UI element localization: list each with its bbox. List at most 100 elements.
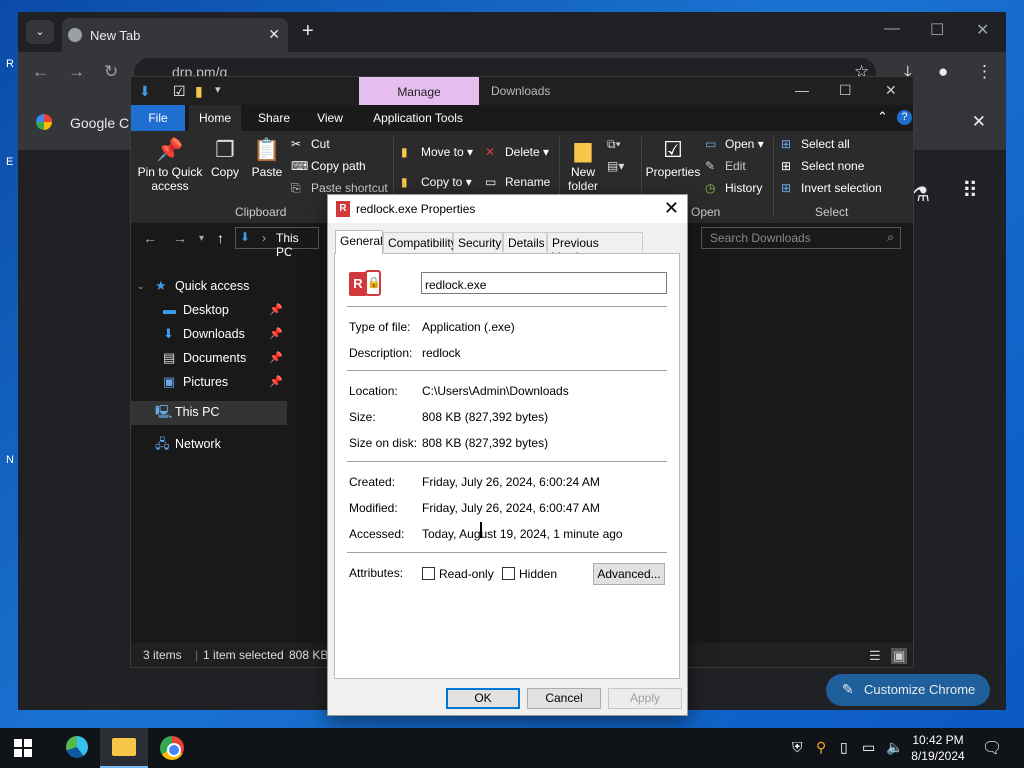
back-arrow-icon[interactable]: ← — [143, 230, 157, 246]
chrome-menu-icon[interactable]: ⋮ — [976, 62, 993, 82]
tab-application-tools[interactable]: Application Tools — [367, 105, 469, 131]
minimize-icon[interactable]: — — [884, 20, 900, 38]
close-infobar-icon[interactable]: ✕ — [972, 112, 986, 132]
nav-item-downloads[interactable]: ⬇ Downloads 📌 — [131, 323, 287, 347]
taskbar-clock[interactable]: 10:42 PM 8/19/2024 — [906, 732, 970, 764]
labs-flask-icon[interactable]: ⚗ — [912, 182, 930, 207]
read-only-checkbox[interactable] — [422, 567, 435, 580]
close-tab-icon[interactable]: ✕ — [268, 26, 280, 43]
tab-details[interactable]: Details — [503, 232, 547, 252]
collapse-ribbon-icon[interactable]: ⌃ — [877, 109, 888, 125]
new-folder-button[interactable]: ▆ New folder — [563, 137, 603, 193]
explorer-address-field[interactable]: ⬇ › This PC — [235, 227, 319, 259]
apply-button[interactable]: Apply — [608, 688, 682, 709]
new-item-icon[interactable]: ⧉▾ — [607, 137, 621, 152]
edit-button[interactable]: ✎ Edit — [705, 159, 746, 173]
pin-icon[interactable]: 📌 — [269, 299, 283, 321]
ok-button[interactable]: OK — [446, 688, 520, 709]
help-icon[interactable]: ? — [897, 110, 912, 125]
tab-security[interactable]: Security — [453, 232, 503, 252]
maximize-icon[interactable]: ☐ — [839, 82, 852, 99]
search-downloads-field[interactable]: Search Downloads ⌕ — [701, 227, 901, 249]
clock-time: 10:42 PM — [912, 733, 964, 747]
recent-locations-icon[interactable]: ▾ — [199, 233, 204, 244]
back-arrow-icon[interactable]: ← — [32, 62, 49, 82]
select-none-button[interactable]: ⊞ Select none — [781, 159, 864, 173]
file-name-field[interactable] — [421, 272, 667, 294]
close-window-icon[interactable]: ✕ — [976, 20, 989, 40]
hidden-checkbox[interactable] — [502, 567, 515, 580]
large-icons-view-icon[interactable]: ▣ — [891, 648, 908, 664]
properties-quick-icon[interactable]: ☑ — [173, 83, 186, 100]
nav-label: Quick access — [175, 279, 250, 293]
customize-chrome-button[interactable]: ✎ Customize Chrome — [826, 674, 990, 706]
nav-item-quick-access[interactable]: ⌄ ★ Quick access — [131, 275, 287, 299]
taskbar: ⛨ ⚲ ▯ ▭ 🔈 10:42 PM 8/19/2024 🗨 — [0, 728, 1024, 768]
invert-selection-button[interactable]: ⊞ Invert selection — [781, 181, 882, 195]
reload-icon[interactable]: ↻ — [104, 62, 118, 82]
network-monitor-icon[interactable]: ▭ — [862, 739, 875, 756]
tab-home[interactable]: Home — [189, 105, 241, 131]
pin-icon[interactable]: 📌 — [269, 347, 283, 369]
folder-quick-icon[interactable]: ▮ — [195, 83, 203, 100]
open-button[interactable]: ▭ Open ▾ — [705, 137, 764, 151]
nav-item-pictures[interactable]: ▣ Pictures 📌 — [131, 371, 287, 395]
move-to-button[interactable]: ▮ Move to ▾ — [401, 145, 473, 159]
forward-arrow-icon[interactable]: → — [68, 62, 85, 82]
tab-general[interactable]: General — [335, 230, 383, 254]
new-tab-plus-icon[interactable]: + — [302, 20, 314, 43]
tab-view[interactable]: View — [305, 105, 355, 131]
chrome-tab-new-tab[interactable]: New Tab ✕ — [62, 18, 288, 52]
copy-path-button[interactable]: ⌨ Copy path — [291, 159, 366, 173]
history-button[interactable]: ◷ History — [705, 181, 762, 195]
close-window-icon[interactable]: ✕ — [885, 82, 897, 99]
nav-item-documents[interactable]: ▤ Documents 📌 — [131, 347, 287, 371]
taskbar-edge[interactable] — [52, 728, 100, 768]
up-arrow-icon[interactable]: ↑ — [217, 230, 224, 246]
tab-share[interactable]: Share — [249, 105, 299, 131]
taskbar-file-explorer[interactable] — [100, 728, 148, 768]
edge-browser-icon — [66, 736, 88, 758]
pin-icon[interactable]: 📌 — [269, 371, 283, 393]
minimize-icon[interactable]: — — [795, 82, 809, 98]
nav-item-network[interactable]: 🖧 Network — [131, 433, 287, 457]
volume-muted-icon[interactable]: 🔈 — [886, 739, 903, 756]
customize-quick-access-icon[interactable]: ▾ — [215, 83, 221, 96]
easy-access-icon[interactable]: ▤▾ — [607, 159, 624, 173]
properties-button[interactable]: ☑ Properties — [645, 137, 701, 179]
clipboard-icon: 📋 — [253, 137, 281, 162]
profile-avatar-icon[interactable]: ● — [938, 62, 948, 82]
pin-to-quick-access-button[interactable]: 📌 Pin to Quick access — [137, 137, 203, 193]
delete-button[interactable]: ✕ Delete ▾ — [485, 145, 549, 159]
select-all-button[interactable]: ⊞ Select all — [781, 137, 850, 151]
paste-button[interactable]: 📋 Paste — [247, 137, 287, 179]
manage-contextual-tab[interactable]: Manage — [359, 77, 479, 105]
start-windows-icon[interactable] — [14, 739, 32, 757]
notification-center-icon[interactable]: 🗨 — [982, 738, 1002, 758]
file-explorer-folder-icon — [112, 738, 136, 756]
close-dialog-icon[interactable]: ✕ — [664, 198, 679, 219]
advanced-button[interactable]: Advanced... — [593, 563, 665, 585]
ribbon-tabs: File Home Share View Application Tools ⌃… — [131, 105, 913, 131]
cut-button[interactable]: ✂ Cut — [291, 137, 330, 151]
tab-previous-versions[interactable]: Previous Versions — [547, 232, 643, 264]
nav-item-desktop[interactable]: ▬ Desktop 📌 — [131, 299, 287, 323]
copy-to-button[interactable]: ▮ Copy to ▾ — [401, 175, 472, 189]
usb-device-icon[interactable]: ▯ — [840, 739, 848, 756]
details-view-icon[interactable]: ☰ — [869, 648, 881, 664]
forward-arrow-icon[interactable]: → — [173, 230, 187, 246]
tab-compatibility[interactable]: Compatibility — [383, 232, 457, 252]
taskbar-chrome[interactable] — [148, 728, 196, 768]
cancel-button[interactable]: Cancel — [527, 688, 601, 709]
security-shield-icon[interactable]: ⛨ — [792, 739, 803, 756]
rename-button[interactable]: ▭ Rename — [485, 175, 550, 189]
pin-icon[interactable]: 📌 — [269, 323, 283, 345]
google-apps-grid-icon[interactable]: ⠿ — [962, 178, 978, 204]
tab-file[interactable]: File — [131, 105, 185, 131]
move-to-label: Move to — [421, 145, 464, 159]
maximize-icon[interactable]: ☐ — [930, 20, 944, 40]
search-magnifier-icon[interactable]: ⚲ — [816, 739, 826, 756]
copy-button[interactable]: ❐ Copy — [207, 137, 243, 179]
nav-item-this-pc[interactable]: 🖳 This PC — [131, 401, 287, 425]
tab-search-button[interactable]: ⌄ — [26, 20, 54, 44]
